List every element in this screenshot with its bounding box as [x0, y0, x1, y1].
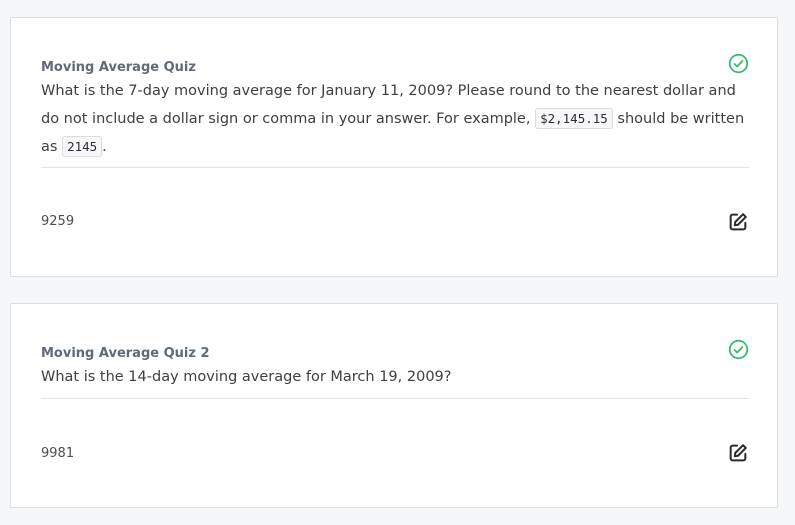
- edit-icon[interactable]: [727, 211, 749, 233]
- question-text: What is the 14-day moving average for Ma…: [41, 369, 452, 385]
- divider: [41, 398, 749, 399]
- check-circle-icon: [728, 53, 749, 74]
- question-part: .: [102, 139, 107, 155]
- divider: [41, 167, 749, 168]
- question-text: What is the 7-day moving average for Jan…: [41, 78, 751, 161]
- quiz-title: Moving Average Quiz: [41, 60, 196, 75]
- quiz-card: Moving Average Quiz What is the 7-day mo…: [10, 17, 778, 277]
- example-code: $2,145.15: [535, 108, 613, 129]
- answer-format-code: 2145: [62, 136, 103, 157]
- submitted-answer: 9259: [41, 214, 75, 229]
- quiz-title: Moving Average Quiz 2: [41, 346, 210, 361]
- edit-icon[interactable]: [727, 442, 749, 464]
- check-circle-icon: [728, 339, 749, 360]
- quiz-card: Moving Average Quiz 2 What is the 14-day…: [10, 303, 778, 508]
- submitted-answer: 9981: [41, 446, 75, 461]
